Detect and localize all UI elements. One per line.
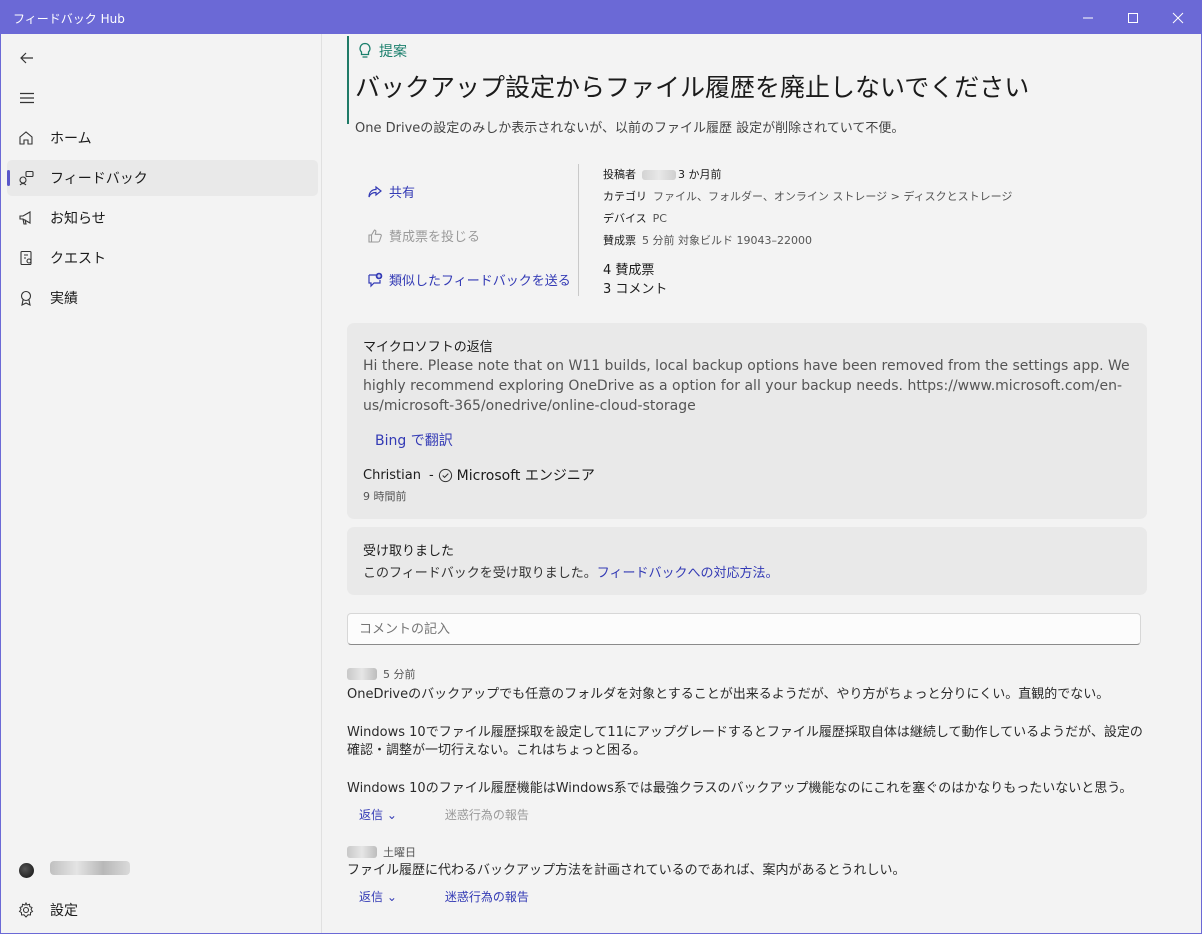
page-title: バックアップ設定からファイル履歴を廃止しないでください <box>355 73 1030 102</box>
verified-check-icon <box>438 468 452 482</box>
reply-heading: マイクロソフトの返信 <box>363 340 493 355</box>
title-bar[interactable]: フィードバック Hub <box>1 1 1201 34</box>
report-abuse-button[interactable]: 迷惑行為の報告 <box>445 806 529 823</box>
similar-label: 類似したフィードバックを送る <box>389 274 571 289</box>
sidebar-item-feedback[interactable]: フィードバック <box>7 160 318 196</box>
window-title: フィードバック Hub <box>13 12 125 26</box>
meta-poster: 投稿者 3 か月前 <box>603 168 722 181</box>
sidebar-item-quests[interactable]: クエスト <box>7 240 318 276</box>
comment-text: Windows 10のファイル履歴機能はWindows系では最強クラスのバックア… <box>347 781 1133 796</box>
comment-item: 土曜日 ファイル履歴に代わるバックアップ方法を計画されているのであれば、案内があ… <box>347 844 1147 905</box>
close-button[interactable] <box>1155 1 1201 34</box>
comment-count: 3 コメント <box>603 282 668 297</box>
translate-link[interactable]: Bing で翻訳 <box>375 430 453 450</box>
add-feedback-icon <box>368 272 383 287</box>
sidebar-item-settings[interactable]: 設定 <box>7 892 318 928</box>
category-label: 提案 <box>379 44 407 60</box>
home-icon <box>19 131 33 145</box>
sidebar-item-account[interactable] <box>7 852 318 888</box>
divider <box>578 164 579 296</box>
share-label: 共有 <box>389 186 416 201</box>
commenter-redacted <box>347 846 377 858</box>
account-name-redacted <box>50 861 130 875</box>
reply-time: 9 時間前 <box>363 490 407 503</box>
how-we-respond-link[interactable]: フィードバックへの対応方法。 <box>597 566 779 581</box>
maximize-icon <box>1128 12 1138 23</box>
menu-button[interactable] <box>7 80 47 116</box>
meta-device: デバイス PC <box>603 212 667 225</box>
upvote-label: 賛成票を投じる <box>389 230 481 245</box>
report-abuse-button[interactable]: 迷惑行為の報告 <box>445 888 529 905</box>
sidebar-item-label: お知らせ <box>50 211 106 227</box>
sidebar-item-label: 実績 <box>50 291 78 307</box>
gear-icon <box>18 902 34 918</box>
reply-body: Hi there. Please note that on W11 builds… <box>363 358 1130 414</box>
main-content: 提案 バックアップ設定からファイル履歴を廃止しないでください One Drive… <box>323 34 1201 933</box>
reply-button[interactable]: 返信 ⌄ <box>359 806 397 823</box>
meta-category: カテゴリ ファイル、フォルダー、オンライン ストレージ > ディスクとストレージ <box>603 190 1013 203</box>
sidebar-item-achievements[interactable]: 実績 <box>7 280 318 316</box>
sidebar-item-home[interactable]: ホーム <box>7 120 318 156</box>
acknowledged-card: 受け取りました このフィードバックを受け取りました。フィードバックへの対応方法。 <box>347 527 1147 595</box>
megaphone-icon <box>19 211 31 225</box>
ack-text: このフィードバックを受け取りました。フィードバックへの対応方法。 <box>363 566 779 581</box>
commenter-redacted <box>347 668 377 680</box>
minimize-icon <box>1083 17 1093 18</box>
app-window: フィードバック Hub ホーム フィードバック お知らせ クエスト 実績 設定 … <box>0 0 1202 934</box>
sidebar-item-label: ホーム <box>50 131 92 147</box>
chevron-down-icon: ⌄ <box>386 808 397 822</box>
sidebar: ホーム フィードバック お知らせ クエスト 実績 設定 <box>1 34 322 933</box>
reply-author: Christian - Microsoft エンジニア <box>363 467 595 485</box>
upvote-count: 4 賛成票 <box>603 263 655 278</box>
meta-votes: 賛成票 5 分前 対象ビルド 19043–22000 <box>603 234 812 247</box>
chevron-down-icon: ⌄ <box>386 890 397 904</box>
sidebar-item-label: クエスト <box>50 251 106 267</box>
lightbulb-icon <box>359 42 371 58</box>
sidebar-item-announcements[interactable]: お知らせ <box>7 200 318 236</box>
post-description: One Driveの設定のみしか表示されないが、以前のファイル履歴 設定が削除さ… <box>355 121 905 136</box>
hamburger-icon <box>20 92 34 104</box>
avatar <box>18 862 34 878</box>
similar-feedback-button[interactable]: 類似したフィードバックを送る <box>367 270 571 289</box>
feedback-icon <box>19 170 34 186</box>
microsoft-reply-card: マイクロソフトの返信 Hi there. Please note that on… <box>347 323 1147 519</box>
share-icon <box>368 185 382 197</box>
poster-name-redacted <box>642 170 676 180</box>
accent-bar <box>347 36 349 124</box>
post-category: 提案 <box>357 41 407 61</box>
comment-text: OneDriveのバックアップでも任意のフォルダを対象とすることが出来るようだが… <box>347 687 1110 702</box>
comment-text: ファイル履歴に代わるバックアップ方法を計画されているのであれば、案内があるとうれ… <box>347 863 906 878</box>
badge-icon <box>20 290 32 306</box>
reply-button[interactable]: 返信 ⌄ <box>359 888 397 905</box>
comment-input[interactable] <box>347 613 1141 645</box>
minimize-button[interactable] <box>1065 1 1111 34</box>
upvote-button[interactable]: 賛成票を投じる <box>367 226 480 245</box>
back-button[interactable] <box>7 40 47 76</box>
share-button[interactable]: 共有 <box>367 182 415 201</box>
comment-text: Windows 10でファイル履歴採取を設定して11にアップグレードするとファイ… <box>347 725 1143 758</box>
ack-heading: 受け取りました <box>363 544 455 559</box>
thumbs-up-icon <box>368 228 382 243</box>
sidebar-item-label: フィードバック <box>50 171 148 187</box>
sidebar-item-label: 設定 <box>50 903 78 919</box>
maximize-button[interactable] <box>1110 1 1156 34</box>
back-arrow-icon <box>20 52 33 64</box>
quest-icon <box>20 250 32 266</box>
close-icon <box>1172 12 1184 23</box>
comment-item: 5 分前 OneDriveのバックアップでも任意のフォルダを対象とすることが出来… <box>347 666 1147 823</box>
